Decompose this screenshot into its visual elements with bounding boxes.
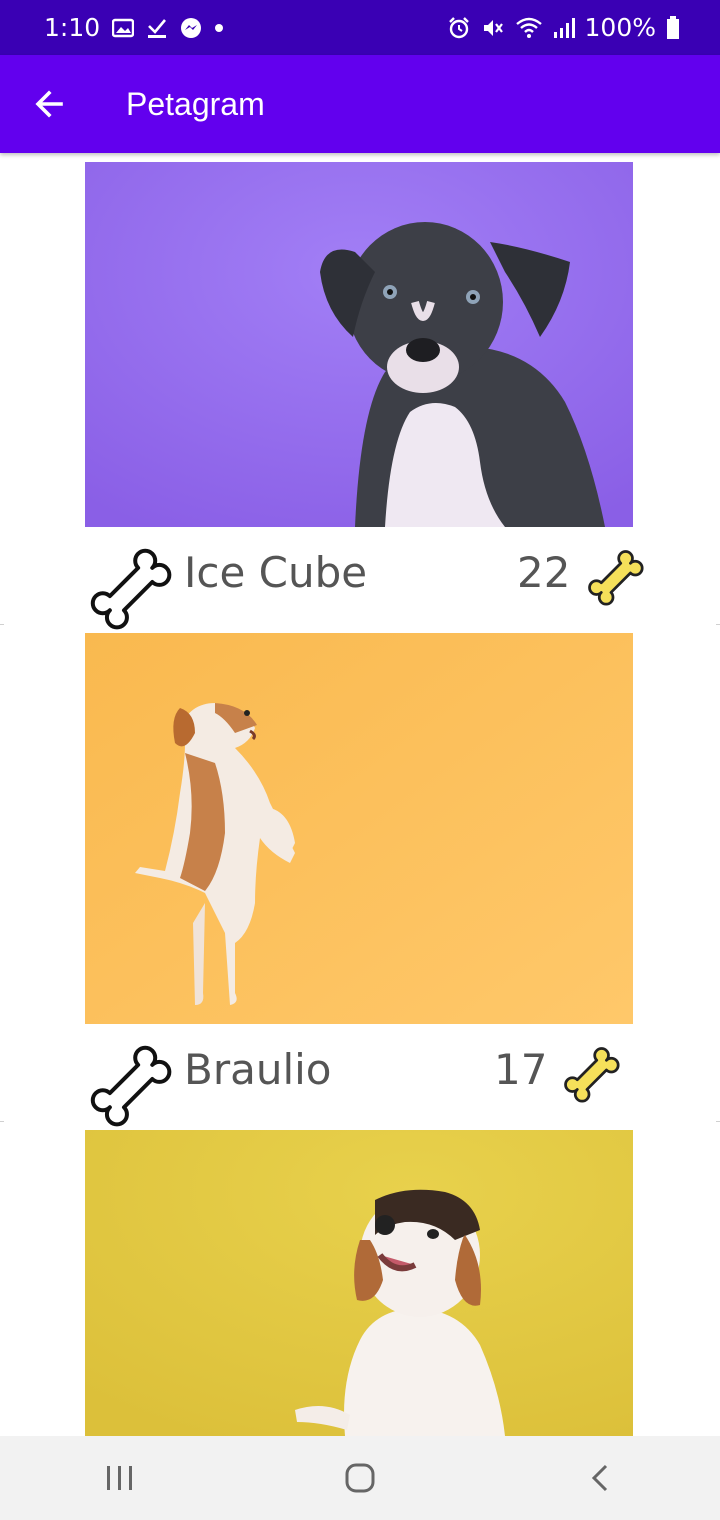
- mute-icon: [481, 16, 505, 40]
- check-download-icon: [146, 17, 168, 39]
- signal-icon: [553, 17, 575, 39]
- pet-info-row: Braulio 17: [76, 1031, 646, 1127]
- pet-like-count: 22: [517, 548, 571, 597]
- pet-photo[interactable]: [85, 162, 633, 527]
- dot-icon: [214, 23, 224, 33]
- image-icon: [112, 18, 135, 38]
- pet-card[interactable]: [0, 1122, 720, 1436]
- bone-outline-icon[interactable]: [76, 534, 172, 630]
- pet-card[interactable]: Braulio 17: [0, 625, 720, 1127]
- status-right: 100%: [447, 13, 680, 42]
- home-button[interactable]: [320, 1448, 400, 1508]
- pet-like-count: 17: [494, 1045, 548, 1094]
- pet-list[interactable]: Ice Cube 22 Braulio 17: [0, 153, 720, 1436]
- bone-yellow-icon: [564, 1047, 620, 1103]
- system-nav-bar: [0, 1436, 720, 1520]
- app-bar: Petagram: [0, 55, 720, 153]
- back-button[interactable]: [19, 74, 79, 134]
- back-icon: [591, 1464, 608, 1492]
- battery-icon: [666, 15, 680, 40]
- messenger-icon: [180, 17, 202, 39]
- pet-photo[interactable]: [85, 1130, 633, 1436]
- home-icon: [345, 1463, 375, 1493]
- bone-yellow-icon: [588, 550, 644, 606]
- pet-name: Braulio: [184, 1045, 332, 1094]
- pet-name: Ice Cube: [184, 548, 368, 597]
- status-bar: 1:10 100%: [0, 0, 720, 55]
- arrow-left-icon: [35, 90, 63, 118]
- pet-card[interactable]: Ice Cube 22: [0, 153, 720, 630]
- wifi-icon: [515, 17, 543, 39]
- pet-photo[interactable]: [85, 633, 633, 1024]
- bone-outline-icon[interactable]: [76, 1031, 172, 1127]
- nav-back-button[interactable]: [560, 1448, 640, 1508]
- recent-apps-button[interactable]: [80, 1448, 160, 1508]
- status-left: 1:10: [44, 13, 224, 42]
- pet-info-row: Ice Cube 22: [76, 534, 646, 630]
- status-time: 1:10: [44, 13, 101, 42]
- recent-apps-icon: [107, 1466, 132, 1490]
- alarm-icon: [447, 16, 471, 40]
- battery-text: 100%: [584, 13, 656, 42]
- page-title: Petagram: [126, 85, 265, 122]
